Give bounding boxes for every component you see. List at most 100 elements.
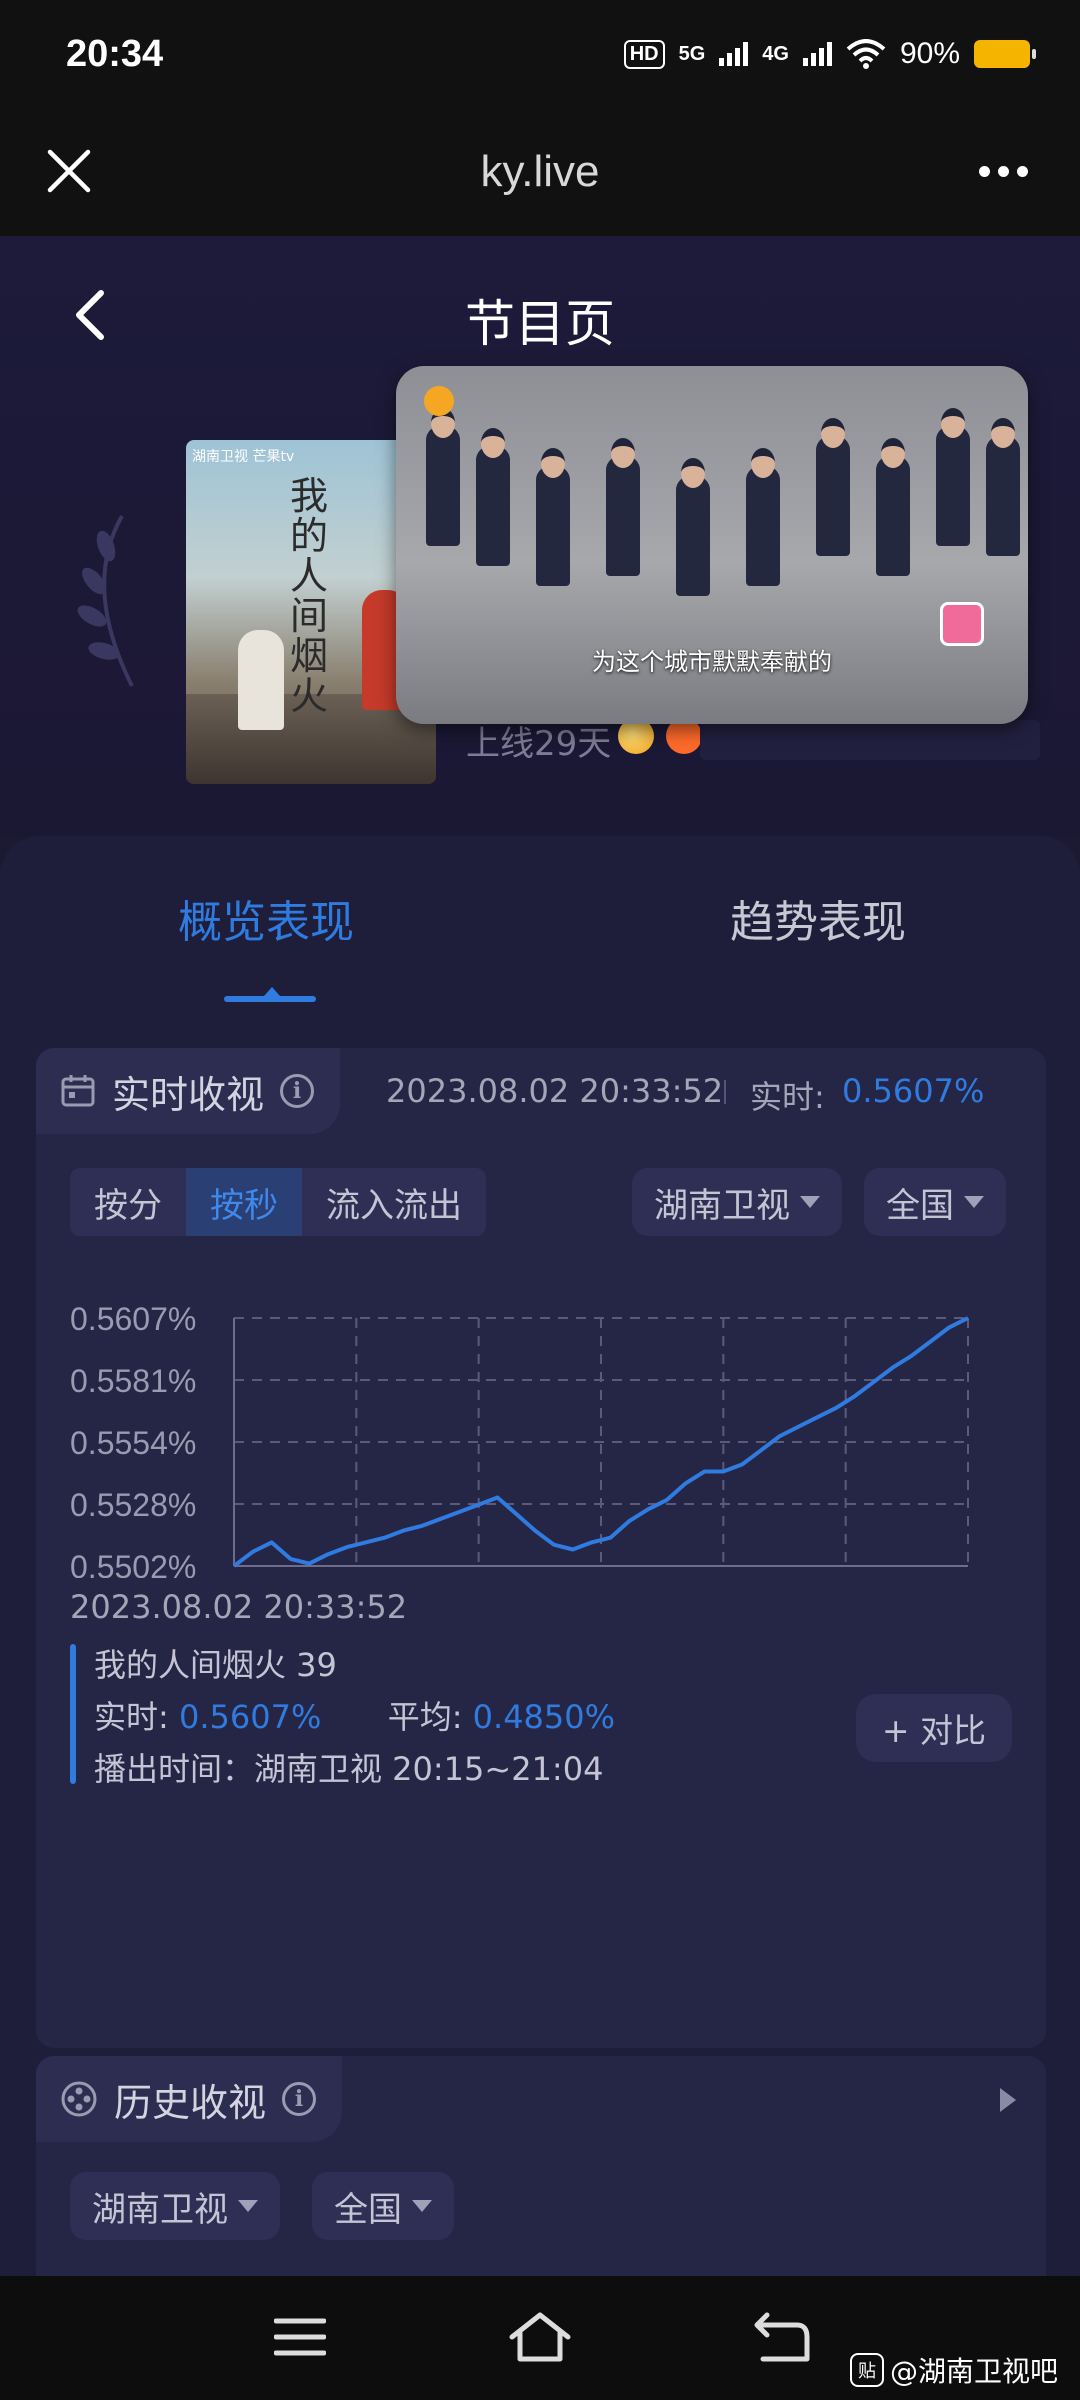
y-tick-label: 0.5554% xyxy=(70,1425,196,1461)
video-figure xyxy=(476,428,510,566)
video-figure xyxy=(606,438,640,576)
realtime-header: 实时收视 i xyxy=(36,1048,341,1134)
poster-brand: 湖南卫视 芒果tv xyxy=(192,449,295,465)
battery-icon xyxy=(974,40,1036,68)
home-button[interactable] xyxy=(500,2300,580,2374)
compare-button[interactable]: + 对比 xyxy=(855,1694,1012,1762)
menu-icon xyxy=(274,2318,326,2356)
watermark-text: @湖南卫视吧 xyxy=(890,2355,1059,2388)
browser-bar: ky.live xyxy=(0,108,1080,236)
detail-datetime: 2023.08.02 20:33:52 xyxy=(70,1588,408,1626)
history-panel: 历史收视 i 湖南卫视 全国 xyxy=(36,2056,1046,2296)
mode-inflow-outflow[interactable]: 流入流出 xyxy=(302,1168,486,1236)
detail-live-value: 0.5607% xyxy=(178,1698,322,1736)
history-title: 历史收视 xyxy=(114,2080,267,2125)
close-icon xyxy=(47,149,91,193)
video-figure xyxy=(986,418,1020,556)
signal-icon-2 xyxy=(802,42,832,66)
tab-trend[interactable]: 趋势表现 xyxy=(730,886,906,950)
browser-title: ky.live xyxy=(480,147,600,196)
hd-icon: HD xyxy=(623,39,665,69)
granularity-toggle: 按分 按秒 流入流出 xyxy=(70,1168,486,1236)
poster-title: 我的人间烟火 xyxy=(290,474,329,718)
film-reel-icon xyxy=(61,2081,97,2117)
history-channel-value: 湖南卫视 xyxy=(92,2189,228,2230)
watermark: 贴 @湖南卫视吧 xyxy=(850,2350,1058,2390)
video-figure xyxy=(816,418,850,556)
home-icon xyxy=(509,2312,571,2362)
caret-down-icon xyxy=(238,2200,258,2212)
more-dot-icon xyxy=(997,165,1009,177)
recent-apps-button[interactable] xyxy=(260,2300,340,2374)
show-logo-icon xyxy=(940,602,984,646)
detail-values: 实时: 0.5607% 平均: 0.4850% xyxy=(94,1692,615,1738)
detail-avg-value: 0.4850% xyxy=(472,1698,616,1736)
y-tick-label: 0.5502% xyxy=(70,1549,196,1578)
network-5g-label: 5G xyxy=(678,43,706,65)
more-button[interactable] xyxy=(968,148,1038,194)
history-header: 历史收视 i xyxy=(36,2056,343,2142)
signal-icon xyxy=(719,42,749,66)
close-button[interactable] xyxy=(36,138,102,204)
calendar-icon xyxy=(61,1075,95,1107)
network-4g-label: 4G xyxy=(762,43,789,65)
more-dot-icon xyxy=(978,165,990,177)
back-arrow-icon xyxy=(754,2312,810,2362)
divider xyxy=(724,1080,726,1104)
tab-overview[interactable]: 概览表现 xyxy=(178,886,354,950)
tieba-badge: 贴 xyxy=(850,2353,884,2387)
battery-percent: 90% xyxy=(899,37,960,70)
laurel-icon xyxy=(77,515,134,687)
region-dropdown[interactable]: 全国 xyxy=(864,1168,1006,1236)
detail-avg-label: 平均: xyxy=(387,1698,463,1736)
detail-accent xyxy=(70,1644,76,1784)
mode-by-second[interactable]: 按秒 xyxy=(186,1168,302,1236)
info-icon[interactable]: i xyxy=(280,1074,315,1108)
tab-indicator xyxy=(224,987,316,1002)
y-tick-label: 0.5581% xyxy=(70,1363,196,1399)
video-player[interactable]: 为这个城市默默奉献的 xyxy=(396,366,1028,724)
video-figure xyxy=(936,408,970,546)
realtime-panel: 实时收视 i 2023.08.02 20:33:52 实时: 0.5607% 按… xyxy=(36,1048,1046,2048)
realtime-title: 实时收视 xyxy=(112,1072,265,1117)
channel-dropdown[interactable]: 湖南卫视 xyxy=(632,1168,842,1236)
detail-program: 我的人间烟火 39 xyxy=(94,1646,337,1684)
history-region-value: 全国 xyxy=(334,2189,402,2230)
play-arrow-icon[interactable] xyxy=(1000,2088,1016,2112)
detail-airtime: 播出时间：湖南卫视 20:15~21:04 xyxy=(94,1750,604,1788)
wifi-icon xyxy=(846,39,886,69)
channel-badge-icon xyxy=(424,386,454,416)
status-icons: HD 5G 4G 90% xyxy=(623,37,1036,71)
video-figure xyxy=(536,448,570,586)
video-figure xyxy=(876,438,910,576)
back-nav-button[interactable] xyxy=(742,2300,822,2374)
realtime-chart[interactable]: 0.5502%0.5528%0.5554%0.5581%0.5607%32:52… xyxy=(36,1268,1046,1578)
status-bar: 20:34 HD 5G 4G 90% xyxy=(0,0,1080,108)
y-tick-label: 0.5607% xyxy=(70,1301,196,1337)
page-title: 节目页 xyxy=(465,295,615,353)
status-time: 20:34 xyxy=(66,32,164,75)
program-header: 节目页 湖南卫视 芒果tv 我的人间烟火 上线29天 为这个城市默默奉献的 xyxy=(0,236,1080,836)
tab-bar: 概览表现 趋势表现 xyxy=(0,836,1080,1006)
region-dropdown-value: 全国 xyxy=(886,1185,954,1226)
realtime-live-value: 0.5607% xyxy=(842,1072,985,1110)
poster-figure xyxy=(238,630,284,730)
caret-down-icon xyxy=(412,2200,432,2212)
y-tick-label: 0.5528% xyxy=(70,1487,196,1523)
history-channel-dropdown[interactable]: 湖南卫视 xyxy=(70,2172,280,2240)
mode-by-minute[interactable]: 按分 xyxy=(70,1168,186,1236)
realtime-live-label: 实时: xyxy=(750,1078,825,1116)
more-dot-icon xyxy=(1016,165,1028,177)
info-icon[interactable]: i xyxy=(282,2082,317,2116)
caret-down-icon xyxy=(964,1196,984,1208)
video-subtitle: 为这个城市默默奉献的 xyxy=(592,648,832,676)
history-region-dropdown[interactable]: 全国 xyxy=(312,2172,454,2240)
info-bar xyxy=(700,720,1040,760)
channel-dropdown-value: 湖南卫视 xyxy=(654,1185,790,1226)
caret-down-icon xyxy=(800,1196,820,1208)
detail-live-label: 实时: xyxy=(94,1698,169,1736)
realtime-datetime: 2023.08.02 20:33:52 xyxy=(386,1072,724,1110)
video-figure xyxy=(746,448,780,586)
video-figure xyxy=(676,458,710,596)
main-card: 概览表现 趋势表现 实时收视 i 2023.08.02 20:33:52 实时:… xyxy=(0,836,1080,2296)
